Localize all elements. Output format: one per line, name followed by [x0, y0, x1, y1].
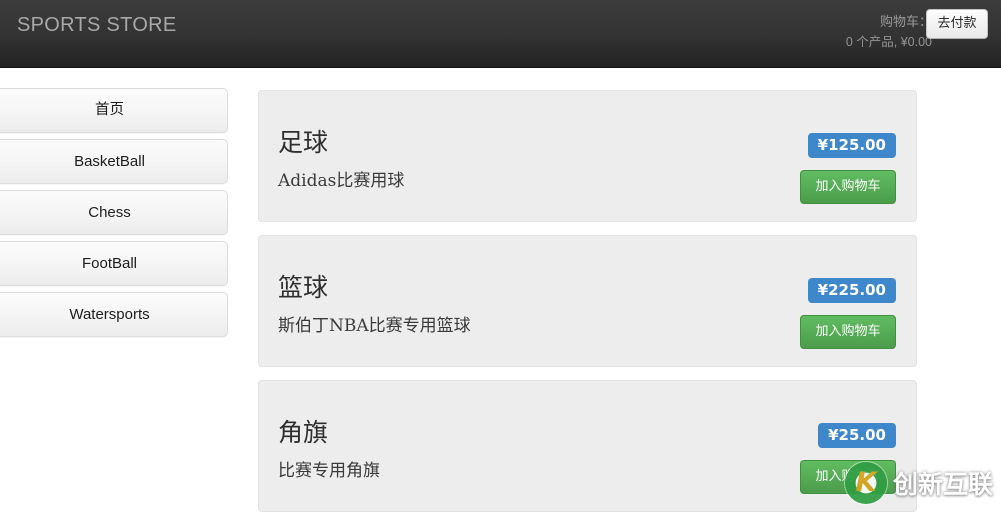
cart-label: 购物车： [879, 14, 932, 29]
sidebar-item-watersports[interactable]: Watersports [0, 292, 228, 337]
sidebar-item-football[interactable]: FootBall [0, 241, 228, 286]
price-badge: ¥25.00 [818, 423, 896, 448]
site-brand[interactable]: SPORTS STORE [17, 13, 177, 37]
add-to-cart-button[interactable]: 加入购物车 [800, 460, 896, 494]
add-to-cart-button[interactable]: 加入购物车 [800, 315, 896, 349]
product-description: Adidas比赛用球 [278, 171, 405, 191]
product-card: 足球 Adidas比赛用球 ¥125.00 加入购物车 [258, 90, 917, 222]
top-navbar: SPORTS STORE 购物车： 0 个产品, ¥0.00 去付款 [0, 0, 1001, 68]
cart-status: 0 个产品, ¥0.00 [845, 35, 932, 49]
price-badge: ¥225.00 [807, 278, 896, 303]
product-title: 角旗 [278, 418, 329, 447]
cart-summary: 购物车： 0 个产品, ¥0.00 [846, 12, 932, 52]
product-title: 篮球 [278, 273, 329, 302]
product-title: 足球 [278, 128, 329, 157]
product-description: 比赛专用角旗 [278, 461, 380, 481]
add-to-cart-button[interactable]: 加入购物车 [800, 170, 896, 204]
checkout-button[interactable]: 去付款 [926, 9, 988, 39]
product-description: 斯伯丁NBA比赛专用篮球 [278, 316, 471, 336]
price-badge: ¥125.00 [807, 133, 896, 158]
category-sidebar: 首页 BasketBall Chess FootBall Watersports [0, 88, 228, 343]
product-list: 足球 Adidas比赛用球 ¥125.00 加入购物车 篮球 斯伯丁NBA比赛专… [258, 90, 917, 525]
sidebar-item-basketball[interactable]: BasketBall [0, 139, 228, 184]
product-card: 篮球 斯伯丁NBA比赛专用篮球 ¥225.00 加入购物车 [258, 235, 917, 367]
sidebar-item-chess[interactable]: Chess [0, 190, 228, 235]
sidebar-item-home[interactable]: 首页 [0, 88, 228, 133]
product-card: 角旗 比赛专用角旗 ¥25.00 加入购物车 [258, 380, 917, 512]
